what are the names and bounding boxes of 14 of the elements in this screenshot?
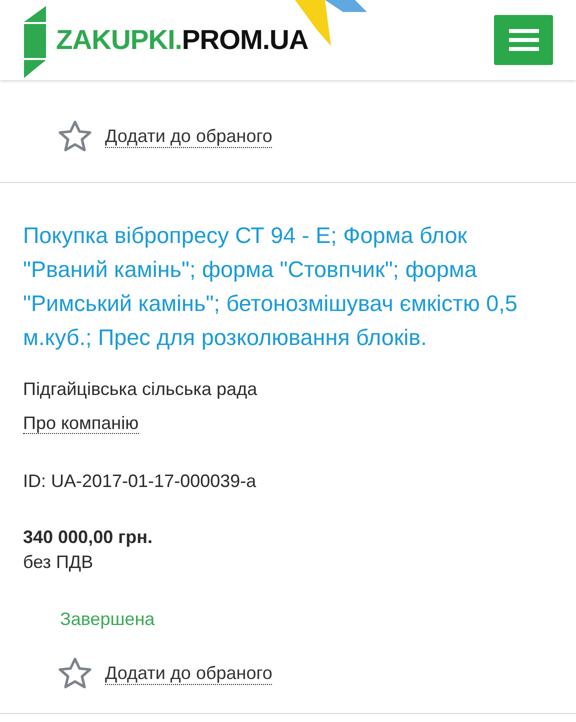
- tender-price: 340 000,00 грн.: [23, 526, 154, 549]
- star-icon[interactable]: [58, 120, 92, 152]
- add-to-favorites-link[interactable]: Додати до обраного: [105, 662, 272, 684]
- menu-button[interactable]: [494, 15, 553, 65]
- tender-status: Завершена: [60, 608, 156, 631]
- star-icon[interactable]: [58, 657, 92, 689]
- menu-icon: [508, 29, 538, 51]
- buyer-name: Підгайцівська сільська рада: [23, 378, 258, 401]
- tender-id: ID: UA-2017-01-17-000039-a: [23, 470, 258, 493]
- logo-flag-icon: [22, 6, 48, 78]
- vat-note: без ПДВ: [23, 551, 94, 574]
- about-company-link[interactable]: Про компанію: [23, 413, 139, 434]
- add-to-favorites-link[interactable]: Додати до обраного: [105, 124, 272, 148]
- logo-text[interactable]: ZAKUPKI.PROM.UA: [56, 24, 308, 56]
